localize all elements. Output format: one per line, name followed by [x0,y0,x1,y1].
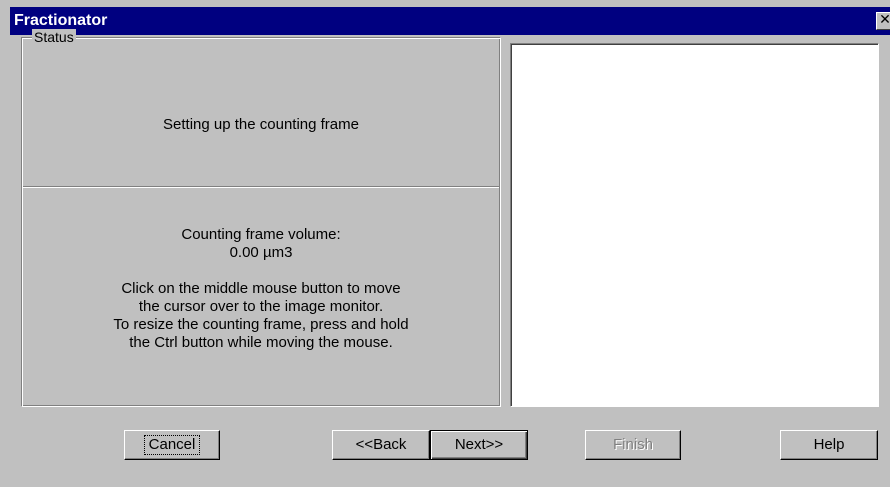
status-message: Setting up the counting frame [163,116,359,133]
finish-button[interactable]: Finish [585,430,681,460]
status-group: Status Setting up the counting frame Cou… [21,29,501,407]
finish-button-label: Finish [612,436,653,453]
instruction-line: To resize the counting frame, press and … [113,316,409,333]
next-button-label: Next>> [454,436,504,453]
cancel-button[interactable]: Cancel [124,430,220,460]
info-block: Counting frame volume: 0.00 µm3 Click on… [22,226,500,352]
title-bar[interactable]: Fractionator ✕ [10,7,890,35]
instruction-line: Click on the middle mouse button to move [121,280,401,297]
image-preview-panel [510,43,879,407]
help-button-label: Help [813,436,845,453]
volume-value: 0.00 µm3 [229,244,293,261]
volume-label: Counting frame volume: [181,226,341,243]
instruction-line: the cursor over to the image monitor. [138,298,384,315]
close-button[interactable]: ✕ [876,12,890,30]
back-button[interactable]: <<Back [332,430,430,460]
close-icon: ✕ [879,12,890,28]
fractionator-dialog: Fractionator ✕ Status Setting up the cou… [0,0,890,487]
instruction-line: the Ctrl button while moving the mouse. [129,334,393,351]
window-title: Fractionator [14,12,108,29]
cancel-button-label: Cancel [143,435,201,455]
help-button[interactable]: Help [780,430,878,460]
next-button[interactable]: Next>> [430,430,528,460]
back-button-label: <<Back [355,436,407,453]
group-divider [23,186,499,188]
status-group-legend: Status [32,29,76,45]
